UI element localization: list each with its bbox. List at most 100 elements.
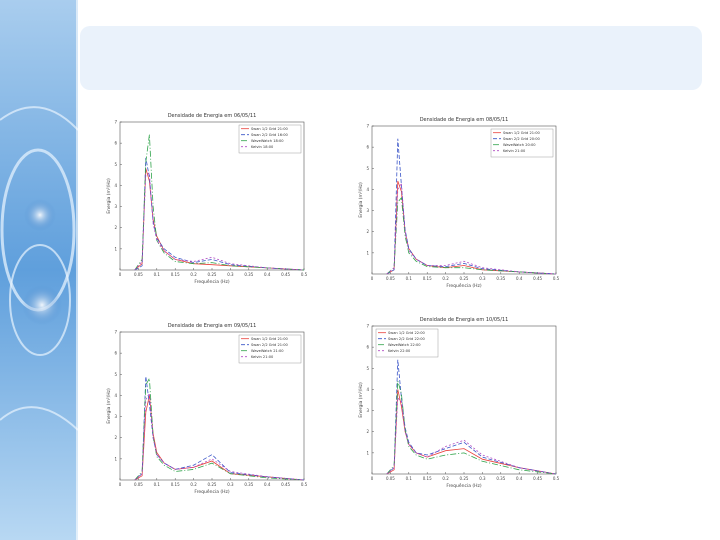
chart-title: Densidade de Energia em 10/05/11 <box>420 317 509 323</box>
x-tick-label: 0.1 <box>406 276 413 281</box>
x-tick-label: 0.15 <box>171 482 180 487</box>
x-axis-label: Frequência (Hz) <box>194 278 230 285</box>
x-tick-label: 0.25 <box>460 276 469 281</box>
x-tick-label: 0.35 <box>244 482 253 487</box>
x-tick-label: 0.25 <box>460 476 469 481</box>
y-tick-label: 5 <box>366 166 369 171</box>
y-tick-label: 7 <box>114 330 117 335</box>
y-tick-label: 1 <box>114 246 117 251</box>
x-tick-label: 0.4 <box>516 276 523 281</box>
y-tick-label: 5 <box>114 162 117 167</box>
x-tick-label: 0.4 <box>516 476 523 481</box>
y-tick-label: 3 <box>114 414 117 419</box>
chart-panel-3: Densidade de Energia em 09/05/11 0 0.05 0.1… <box>106 318 320 500</box>
x-axis-label: Frequência (Hz) <box>446 282 482 289</box>
legend-label: Swan 1/2 Grid 21:00 <box>251 127 289 131</box>
y-tick-label: 4 <box>366 387 369 392</box>
decorative-sidebar <box>0 0 78 540</box>
legend-label: Swan 2/2 Grid 21:00 <box>251 343 289 347</box>
x-tick-label: 0.05 <box>386 276 395 281</box>
x-tick-label: 0.45 <box>281 272 290 277</box>
y-tick-label: 5 <box>114 372 117 377</box>
legend-label: Kelvin 22:00 <box>388 349 411 353</box>
x-tick-label: 0.4 <box>264 272 271 277</box>
x-tick-label: 0.5 <box>553 476 560 481</box>
x-tick-label: 0.45 <box>533 276 542 281</box>
y-tick-label: 2 <box>366 229 369 234</box>
y-tick-label: 1 <box>366 450 369 455</box>
x-tick-label: 0.1 <box>154 482 161 487</box>
chart-panel-2: Densidade de Energia em 08/05/11 0 0.05 0.1… <box>358 112 572 294</box>
x-tick-label: 0.2 <box>442 276 449 281</box>
x-tick-label: 0.3 <box>227 482 234 487</box>
energy-density-chart-1: Densidade de Energia em 06/05/11 0 0.05 0.1… <box>106 113 308 285</box>
energy-density-chart-4: Densidade de Energia em 10/05/11 0 0.05 0.1… <box>358 317 560 489</box>
x-tick-label: 0.05 <box>386 476 395 481</box>
chart-panel-4: Densidade de Energia em 10/05/11 0 0.05 0.1… <box>358 312 572 494</box>
legend-label: Swan 2/2 Grid 20:00 <box>503 137 541 141</box>
legend-label: Swan 1/2 Grid 21:00 <box>503 131 541 135</box>
x-tick-label: 0.4 <box>264 482 271 487</box>
x-axis-label: Frequência (Hz) <box>194 488 230 495</box>
title-panel <box>80 26 702 90</box>
y-tick-label: 2 <box>366 429 369 434</box>
x-tick-label: 0 <box>119 482 122 487</box>
x-tick-label: 0.1 <box>154 272 161 277</box>
y-tick-label: 7 <box>366 324 369 329</box>
energy-density-chart-3: Densidade de Energia em 09/05/11 0 0.05 0.1… <box>106 323 308 495</box>
legend-label: Kelvin 21:00 <box>503 149 526 153</box>
x-tick-label: 0 <box>371 476 374 481</box>
y-axis-label: Energia (m²/Hz) <box>358 382 364 418</box>
y-tick-label: 6 <box>366 145 369 150</box>
x-tick-label: 0.2 <box>442 476 449 481</box>
y-axis-label: Energia (m²/Hz) <box>358 182 364 218</box>
y-tick-label: 6 <box>366 345 369 350</box>
y-axis-label: Energia (m²/Hz) <box>106 178 112 214</box>
chart-title: Densidade de Energia em 09/05/11 <box>168 323 257 329</box>
legend-label: Kelvin 18:00 <box>251 145 274 149</box>
legend-label: WaveWatch 20:00 <box>503 143 536 147</box>
y-tick-label: 3 <box>366 408 369 413</box>
x-tick-label: 0.45 <box>281 482 290 487</box>
x-tick-label: 0.5 <box>301 482 308 487</box>
legend-label: Swan 2/2 Grid 16:00 <box>251 133 289 137</box>
y-tick-label: 4 <box>114 183 117 188</box>
y-tick-label: 7 <box>114 120 117 125</box>
legend-label: WaveWatch 22:00 <box>388 343 421 347</box>
x-tick-label: 0.35 <box>496 276 505 281</box>
x-tick-label: 0.3 <box>479 276 486 281</box>
x-tick-label: 0.2 <box>190 482 197 487</box>
legend-label: Kelvin 21:00 <box>251 355 274 359</box>
legend-label: Swan 2/2 Grid 22:00 <box>388 337 426 341</box>
x-tick-label: 0.15 <box>423 276 432 281</box>
y-tick-label: 3 <box>366 208 369 213</box>
x-tick-label: 0.5 <box>301 272 308 277</box>
x-axis-label: Frequência (Hz) <box>446 482 482 489</box>
y-tick-label: 1 <box>114 456 117 461</box>
x-tick-label: 0.35 <box>496 476 505 481</box>
y-tick-label: 1 <box>366 250 369 255</box>
legend-label: Swan 1/2 Grid 22:00 <box>388 331 426 335</box>
x-tick-label: 0.05 <box>134 272 143 277</box>
y-tick-label: 6 <box>114 351 117 356</box>
y-tick-label: 2 <box>114 225 117 230</box>
y-axis-label: Energia (m²/Hz) <box>106 388 112 424</box>
legend-label: Swan 1/2 Grid 21:00 <box>251 337 289 341</box>
chart-title: Densidade de Energia em 06/05/11 <box>168 113 257 119</box>
y-tick-label: 6 <box>114 141 117 146</box>
y-tick-label: 4 <box>366 187 369 192</box>
chart-panel-1: Densidade de Energia em 06/05/11 0 0.05 0.1… <box>106 108 320 290</box>
legend-label: WaveWatch 18:00 <box>251 139 284 143</box>
x-tick-label: 0.5 <box>553 276 560 281</box>
x-tick-label: 0.25 <box>208 272 217 277</box>
x-tick-label: 0.25 <box>208 482 217 487</box>
y-tick-label: 4 <box>114 393 117 398</box>
x-tick-label: 0.3 <box>479 476 486 481</box>
y-tick-label: 3 <box>114 204 117 209</box>
x-tick-label: 0.1 <box>406 476 413 481</box>
x-tick-label: 0.05 <box>134 482 143 487</box>
chart-title: Densidade de Energia em 08/05/11 <box>420 117 509 123</box>
x-tick-label: 0.45 <box>533 476 542 481</box>
x-tick-label: 0.15 <box>171 272 180 277</box>
legend-label: WaveWatch 21:00 <box>251 349 284 353</box>
